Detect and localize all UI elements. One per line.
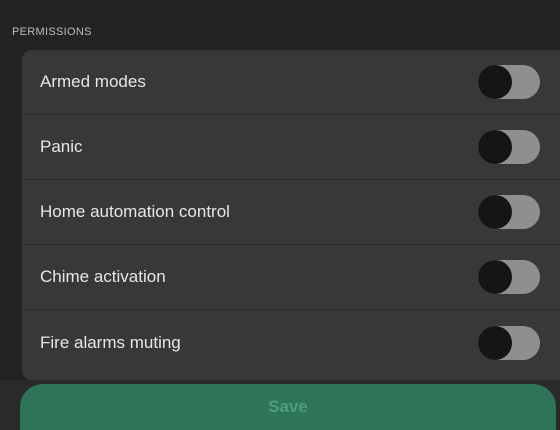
section-header: PERMISSIONS: [12, 26, 92, 38]
permission-row-panic: Panic: [22, 115, 560, 180]
chime-activation-toggle[interactable]: [478, 260, 540, 294]
toggle-knob: [478, 65, 512, 99]
save-button[interactable]: Save: [20, 384, 556, 430]
permission-label: Home automation control: [40, 202, 230, 221]
permission-label: Chime activation: [40, 267, 166, 286]
permission-row-fire-alarms-muting: Fire alarms muting: [22, 310, 560, 375]
permission-row-home-automation-control: Home automation control: [22, 180, 560, 245]
permission-label: Armed modes: [40, 72, 146, 91]
permissions-screen: PERMISSIONS Armed modes Panic Home autom…: [0, 0, 560, 430]
permission-row-armed-modes: Armed modes: [22, 50, 560, 115]
toggle-knob: [478, 260, 512, 294]
home-automation-control-toggle[interactable]: [478, 195, 540, 229]
panic-toggle[interactable]: [478, 130, 540, 164]
fire-alarms-muting-toggle[interactable]: [478, 325, 540, 360]
permissions-list: Armed modes Panic Home automation contro…: [22, 50, 560, 380]
toggle-knob: [478, 130, 512, 164]
permission-label: Panic: [40, 137, 83, 156]
armed-modes-toggle[interactable]: [478, 65, 540, 99]
toggle-knob: [478, 325, 512, 360]
permission-label: Fire alarms muting: [40, 332, 181, 352]
permission-row-chime-activation: Chime activation: [22, 245, 560, 310]
toggle-knob: [478, 195, 512, 229]
